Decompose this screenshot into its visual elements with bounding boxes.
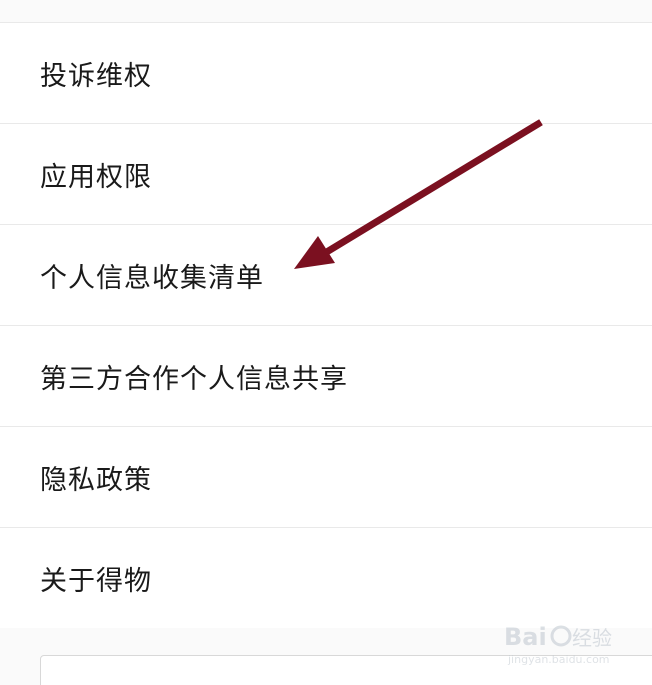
menu-item-label: 第三方合作个人信息共享	[40, 363, 348, 395]
svg-text:jingyan.baidu.com: jingyan.baidu.com	[507, 653, 610, 666]
menu-item-app-permissions[interactable]: 应用权限	[0, 123, 652, 224]
menu-item-label: 关于得物	[40, 565, 152, 597]
menu-item-complaints[interactable]: 投诉维权	[0, 22, 652, 123]
menu-item-personal-info-list[interactable]: 个人信息收集清单	[0, 224, 652, 325]
settings-screen: 投诉维权 应用权限 个人信息收集清单 第三方合作个人信息共享 隐私政策 关于得物…	[0, 0, 652, 685]
baidu-watermark-logo: Bai 经验 jingyan.baidu.com	[504, 623, 612, 666]
menu-item-third-party-sharing[interactable]: 第三方合作个人信息共享	[0, 325, 652, 426]
svg-text:Bai: Bai	[504, 623, 547, 651]
svg-text:经验: 经验	[572, 626, 612, 650]
menu-item-label: 应用权限	[40, 161, 152, 193]
menu-item-label: 隐私政策	[40, 464, 152, 496]
menu-item-privacy-policy[interactable]: 隐私政策	[0, 426, 652, 527]
menu-item-label: 投诉维权	[40, 60, 152, 92]
menu-item-label: 个人信息收集清单	[40, 262, 264, 294]
settings-menu-list: 投诉维权 应用权限 个人信息收集清单 第三方合作个人信息共享 隐私政策 关于得物	[0, 22, 652, 628]
menu-item-about[interactable]: 关于得物	[0, 527, 652, 628]
